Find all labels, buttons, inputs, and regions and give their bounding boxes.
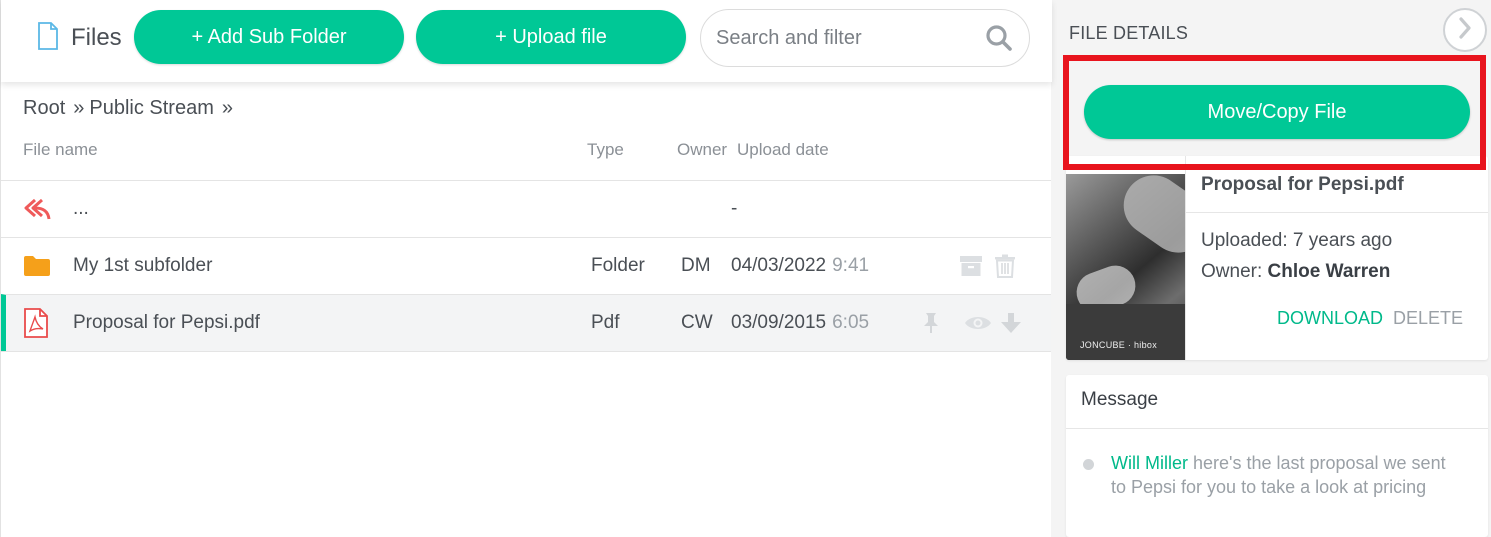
owner-initials[interactable]: DM bbox=[681, 238, 711, 294]
thumbnail-shape bbox=[1111, 174, 1185, 265]
column-header-file-name[interactable]: File name bbox=[23, 140, 98, 160]
column-header-type[interactable]: Type bbox=[587, 140, 624, 160]
file-preview-card: JONCUBE · hibox Proposal for Pepsi.pdf U… bbox=[1066, 156, 1488, 360]
table-row-folder[interactable]: My 1st subfolder Folder DM 04/03/2022 9:… bbox=[1, 237, 1052, 294]
upload-date: - bbox=[731, 181, 737, 237]
breadcrumb-item-public-stream[interactable]: Public Stream bbox=[89, 97, 214, 120]
move-copy-file-button[interactable]: Move/Copy File bbox=[1084, 85, 1470, 139]
files-main-panel: Files + Add Sub Folder + Upload file Roo… bbox=[0, 0, 1052, 537]
upload-date: 04/03/2022 9:41 bbox=[731, 238, 869, 294]
column-header-upload-date[interactable]: Upload date bbox=[737, 140, 829, 160]
breadcrumb-item-root[interactable]: Root bbox=[23, 97, 65, 120]
download-link[interactable]: DOWNLOAD bbox=[1277, 308, 1383, 329]
search-input[interactable] bbox=[716, 24, 966, 52]
collapse-panel-button[interactable] bbox=[1443, 8, 1487, 52]
bullet-dot-icon bbox=[1083, 459, 1094, 470]
owner-info: Owner: Chloe Warren bbox=[1201, 261, 1390, 283]
archive-icon[interactable] bbox=[959, 238, 983, 294]
message-title: Message bbox=[1081, 389, 1159, 410]
table-row-parent[interactable]: ... - bbox=[1, 180, 1052, 237]
file-details-panel: FILE DETAILS JONCUBE · hibox Proposal fo… bbox=[1051, 0, 1491, 537]
pdf-file-icon bbox=[23, 295, 49, 351]
file-name: My 1st subfolder bbox=[73, 255, 213, 276]
column-header-owner[interactable]: Owner bbox=[677, 140, 727, 160]
page-title: Files bbox=[71, 24, 122, 51]
trash-icon[interactable] bbox=[994, 238, 1016, 294]
breadcrumb-separator: » bbox=[73, 97, 84, 119]
files-header: Files bbox=[37, 21, 122, 55]
message-body: Will Miller here's the last proposal we … bbox=[1111, 451, 1451, 499]
uploaded-value: 7 years ago bbox=[1292, 230, 1393, 251]
date-text: - bbox=[731, 198, 738, 219]
file-type: Pdf bbox=[591, 312, 620, 333]
date-text: 04/03/2022 bbox=[731, 255, 827, 276]
uploaded-label: Uploaded: bbox=[1201, 230, 1288, 251]
time-text: 9:41 bbox=[832, 255, 870, 276]
back-arrow-icon bbox=[23, 181, 51, 237]
file-name: Proposal for Pepsi.pdf bbox=[73, 312, 260, 333]
table-bottom-divider bbox=[1, 351, 1052, 352]
message-author[interactable]: Will Miller bbox=[1111, 453, 1188, 473]
preview-eye-icon[interactable] bbox=[964, 295, 992, 351]
thumbnail-brand-text: JONCUBE · hibox bbox=[1080, 340, 1158, 350]
file-details-title: FILE DETAILS bbox=[1069, 23, 1189, 43]
add-sub-folder-button[interactable]: + Add Sub Folder bbox=[134, 10, 404, 64]
time-text: 6:05 bbox=[832, 312, 870, 333]
owner-initials[interactable]: CW bbox=[681, 295, 713, 351]
date-text: 03/09/2015 bbox=[731, 312, 827, 333]
message-divider bbox=[1066, 428, 1488, 429]
breadcrumb: Root » Public Stream » bbox=[23, 97, 233, 120]
uploaded-info: Uploaded: 7 years ago bbox=[1201, 230, 1392, 252]
file-type: Folder bbox=[591, 255, 645, 276]
pin-icon[interactable] bbox=[922, 295, 940, 351]
download-arrow-icon[interactable] bbox=[1000, 295, 1022, 351]
chevron-right-icon bbox=[1457, 16, 1473, 44]
file-name: ... bbox=[73, 198, 89, 219]
upload-date: 03/09/2015 6:05 bbox=[731, 295, 869, 351]
message-card: Message Will Miller here's the last prop… bbox=[1066, 375, 1488, 537]
table-header: File name Type Owner Upload date bbox=[1, 140, 1052, 160]
search-icon[interactable] bbox=[985, 24, 1013, 57]
owner-label: Owner: bbox=[1201, 261, 1263, 282]
owner-name: Chloe Warren bbox=[1267, 261, 1391, 282]
thumbnail-footer bbox=[1066, 304, 1185, 360]
selected-file-name: Proposal for Pepsi.pdf bbox=[1201, 174, 1404, 195]
upload-file-button[interactable]: + Upload file bbox=[416, 10, 686, 64]
table-row-selected-file[interactable]: Proposal for Pepsi.pdf Pdf CW 03/09/2015… bbox=[1, 294, 1052, 351]
breadcrumb-separator: » bbox=[221, 97, 233, 119]
folder-icon bbox=[23, 238, 51, 294]
file-thumbnail[interactable]: JONCUBE · hibox bbox=[1066, 174, 1185, 360]
card-divider bbox=[1185, 156, 1186, 360]
card-divider bbox=[1186, 212, 1488, 213]
search-box bbox=[700, 9, 1030, 67]
files-toolbar: Files + Add Sub Folder + Upload file bbox=[1, 0, 1052, 82]
file-outline-icon bbox=[37, 21, 59, 55]
delete-link[interactable]: DELETE bbox=[1393, 308, 1463, 329]
